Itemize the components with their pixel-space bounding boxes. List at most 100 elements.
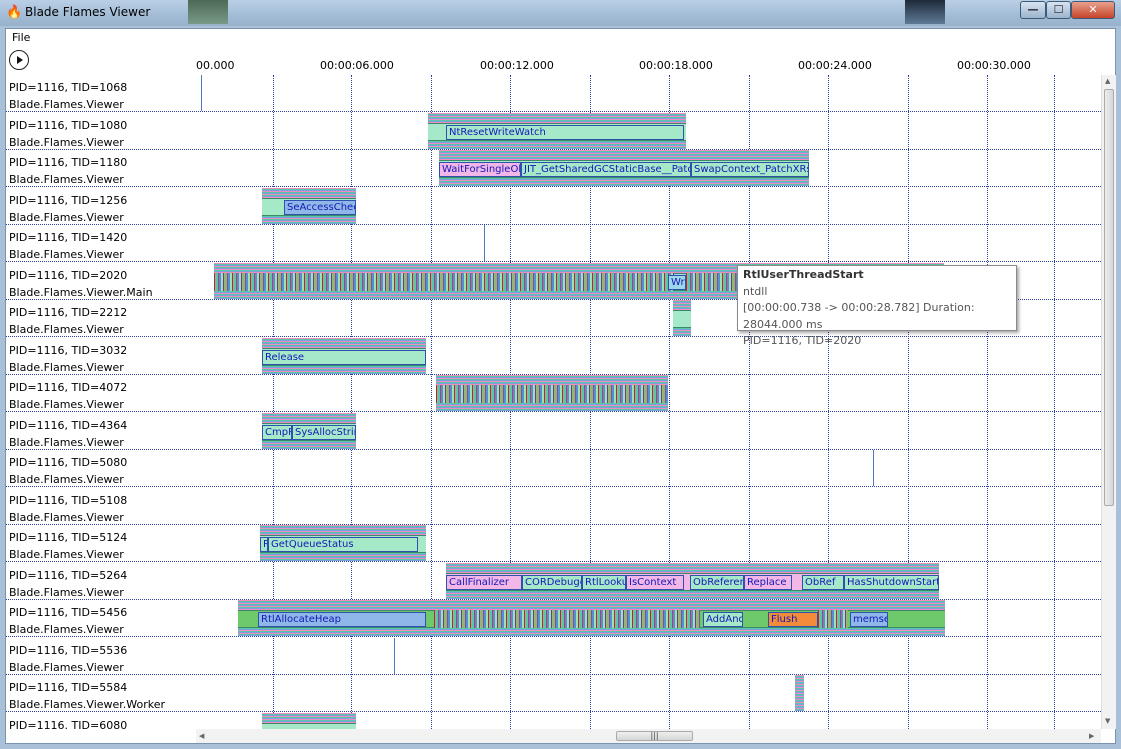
thread-lane-label: PID=1116, TID=5456 Blade.Flames.Viewer	[9, 604, 194, 638]
flame-stack[interactable]: NtResetWriteWatch	[428, 112, 686, 149]
play-icon[interactable]	[9, 50, 29, 70]
app-window: 🔥 Blade Flames Viewer — ☐ ✕ File 00.000 …	[0, 0, 1121, 749]
flame-stack[interactable]: CmpP SysAllocStrin	[262, 412, 356, 449]
frame-label[interactable]: SysAllocStrin	[292, 424, 356, 440]
flame-stack[interactable]	[262, 712, 356, 729]
thread-lane[interactable]: PID=1116, TID=1256 Blade.Flames.Viewer	[6, 188, 1101, 225]
flame-stack[interactable]	[436, 375, 668, 411]
title-bar[interactable]: 🔥 Blade Flames Viewer — ☐ ✕	[0, 0, 1121, 26]
thread-lane[interactable]: PID=1116, TID=5124 Blade.Flames.Viewer	[6, 525, 1101, 562]
thread-name-label: Blade.Flames.Viewer	[9, 98, 124, 111]
thread-name-label: Blade.Flames.Viewer	[9, 173, 124, 186]
frame-label[interactable]: Flush	[768, 612, 818, 627]
flame-sliver[interactable]	[201, 75, 202, 111]
menu-bar: File	[6, 29, 1115, 47]
flame-stack[interactable]: Release	[262, 337, 426, 374]
ruler-tick: 00:00:06.000	[320, 59, 394, 72]
frame-label[interactable]: Release	[262, 349, 426, 365]
thread-lane-label: PID=1116, TID=5124 Blade.Flames.Viewer	[9, 529, 194, 563]
thread-lane[interactable]: PID=1116, TID=4364 Blade.Flames.Viewer	[6, 413, 1101, 450]
flame-sliver[interactable]	[394, 637, 395, 674]
vertical-scrollbar[interactable]: ▲ ▼	[1101, 75, 1116, 729]
thread-id-label: PID=1116, TID=5536	[9, 643, 128, 657]
frame-label[interactable]: R	[260, 537, 268, 552]
frame-label[interactable]: HasShutdownStarte	[844, 574, 939, 590]
thread-lane-label: PID=1116, TID=1068 Blade.Flames.Viewer	[9, 79, 194, 113]
flame-band	[673, 310, 691, 328]
frame-label[interactable]: GetQueueStatus	[268, 537, 418, 552]
thread-lane[interactable]: PID=1116, TID=5584 Blade.Flames.Viewer.Wo…	[6, 675, 1101, 712]
flame-stack[interactable]: RtlAllocateHeap AddAnd Flush memse	[238, 600, 945, 636]
frame-label[interactable]: RtlAllocateHeap	[258, 612, 426, 627]
frame-label[interactable]: CallFinalizer	[446, 574, 522, 590]
frame-label[interactable]: IsContext	[626, 574, 684, 590]
menu-file[interactable]: File	[12, 31, 30, 44]
scroll-right-icon[interactable]: ▶	[1089, 732, 1094, 740]
thread-name-label: Blade.Flames.Viewer	[9, 210, 124, 224]
thread-lane[interactable]: PID=1116. TID=6080	[6, 713, 1101, 730]
thread-name-label: Blade.Flames.Viewer.Main	[9, 285, 153, 299]
thread-lane[interactable]: PID=1116, TID=1420 Blade.Flames.Viewer	[6, 225, 1101, 262]
thread-id-label: PID=1116, TID=1068	[9, 81, 128, 94]
thread-name-label: Blade.Flames.Viewer	[9, 548, 124, 561]
flame-stack[interactable]: CallFinalizer CORDebugg RtlLooku IsContext O…	[446, 562, 939, 599]
frame-label[interactable]: memse	[850, 612, 888, 627]
scroll-left-icon[interactable]: ◀	[199, 732, 204, 740]
tooltip-timing: [00:00:00.738 -> 00:00:28.782] Duration:…	[743, 301, 975, 331]
flame-stack[interactable]	[795, 675, 804, 711]
frame-label[interactable]: JIT_GetSharedGCStaticBase__PatchT	[521, 162, 691, 177]
frame-label[interactable]: CmpP	[262, 424, 292, 440]
thread-lane[interactable]: PID=1116, TID=5536 Blade.Flames.Viewer	[6, 638, 1101, 675]
close-button[interactable]: ✕	[1071, 1, 1115, 19]
frame-label[interactable]: WaitForSingleObj	[439, 162, 521, 177]
maximize-button[interactable]: ☐	[1046, 1, 1071, 19]
frame-label[interactable]: ObReferen	[690, 574, 744, 590]
frame-label[interactable]: SeAccessCheck	[284, 199, 356, 215]
titlebar-decoration	[188, 0, 228, 24]
thread-lane-label: PID=1116, TID=4072 Blade.Flames.Viewer	[9, 379, 194, 413]
horizontal-scrollbar[interactable]: ◀ ||| ▶	[196, 729, 1101, 743]
thread-id-label: PID=1116, TID=5124	[9, 531, 128, 544]
thread-lane-label: PID=1116, TID=2212 Blade.Flames.Viewer	[9, 304, 194, 338]
frame-label[interactable]: Wr	[668, 274, 686, 290]
thread-id-label: PID=1116, TID=1256	[9, 193, 128, 207]
frame-label[interactable]: ObRef	[802, 574, 844, 590]
thread-id-label: PID=1116, TID=1180	[9, 156, 128, 169]
vertical-scroll-thumb[interactable]	[1104, 89, 1114, 506]
horizontal-scroll-thumb[interactable]: |||	[616, 731, 693, 741]
thread-name-label: Blade.Flames.Viewer	[9, 660, 124, 674]
frame-label[interactable]: Replace	[744, 574, 792, 590]
frame-label[interactable]: SwapContext_PatchXRstc	[691, 162, 809, 177]
flame-stack[interactable]: SeAccessCheck	[262, 187, 356, 224]
titlebar-decoration	[905, 0, 945, 24]
thread-id-label: PID=1116, TID=5080	[9, 456, 128, 469]
frame-label[interactable]: RtlLooku	[582, 574, 626, 590]
ruler-tick: 00:00:12.000	[480, 59, 554, 72]
flame-stack[interactable]: RGetQueueStatus	[260, 525, 426, 561]
thread-lane[interactable]: PID=1116, TID=1068 Blade.Flames.Viewer	[6, 75, 1101, 112]
thread-id-label: PID=1116, TID=1420	[9, 231, 128, 244]
thread-lanes: PID=1116, TID=1068 Blade.Flames.Viewer PID…	[6, 75, 1101, 729]
flame-sliver[interactable]	[484, 225, 485, 261]
thread-lane-label: PID=1116, TID=5264 Blade.Flames.Viewer	[9, 567, 194, 601]
scroll-down-icon[interactable]: ▼	[1105, 717, 1110, 725]
frame-label[interactable]: AddAnd	[703, 612, 743, 627]
busy-frames	[434, 610, 700, 628]
thread-lane[interactable]: PID=1116, TID=5108 Blade.Flames.Viewer	[6, 488, 1101, 525]
busy-frames	[818, 610, 848, 628]
thread-name-label: Blade.Flames.Viewer.Worker	[9, 698, 166, 711]
flame-sliver[interactable]	[873, 450, 874, 486]
thread-name-label: Blade.Flames.Viewer	[9, 360, 124, 374]
frame-label[interactable]: NtResetWriteWatch	[446, 124, 684, 140]
thread-id-label: PID=1116, TID=2212	[9, 306, 128, 319]
minimize-button[interactable]: —	[1020, 1, 1046, 19]
thread-name-label: Blade.Flames.Viewer	[9, 398, 124, 411]
thread-lane[interactable]: PID=1116, TID=5080 Blade.Flames.Viewer	[6, 450, 1101, 487]
thread-name-label: Blade.Flames.Viewer	[9, 473, 124, 486]
thread-lane-label: PID=1116, TID=3032 Blade.Flames.Viewer	[9, 342, 194, 376]
tooltip-title: RtlUserThreadStart	[743, 268, 864, 281]
flame-stack[interactable]: WaitForSingleObj JIT_GetSharedGCStaticBas…	[439, 150, 809, 186]
frame-label[interactable]: CORDebugg	[522, 574, 582, 590]
flame-stack[interactable]	[673, 300, 691, 336]
scroll-up-icon[interactable]: ▲	[1105, 77, 1110, 85]
